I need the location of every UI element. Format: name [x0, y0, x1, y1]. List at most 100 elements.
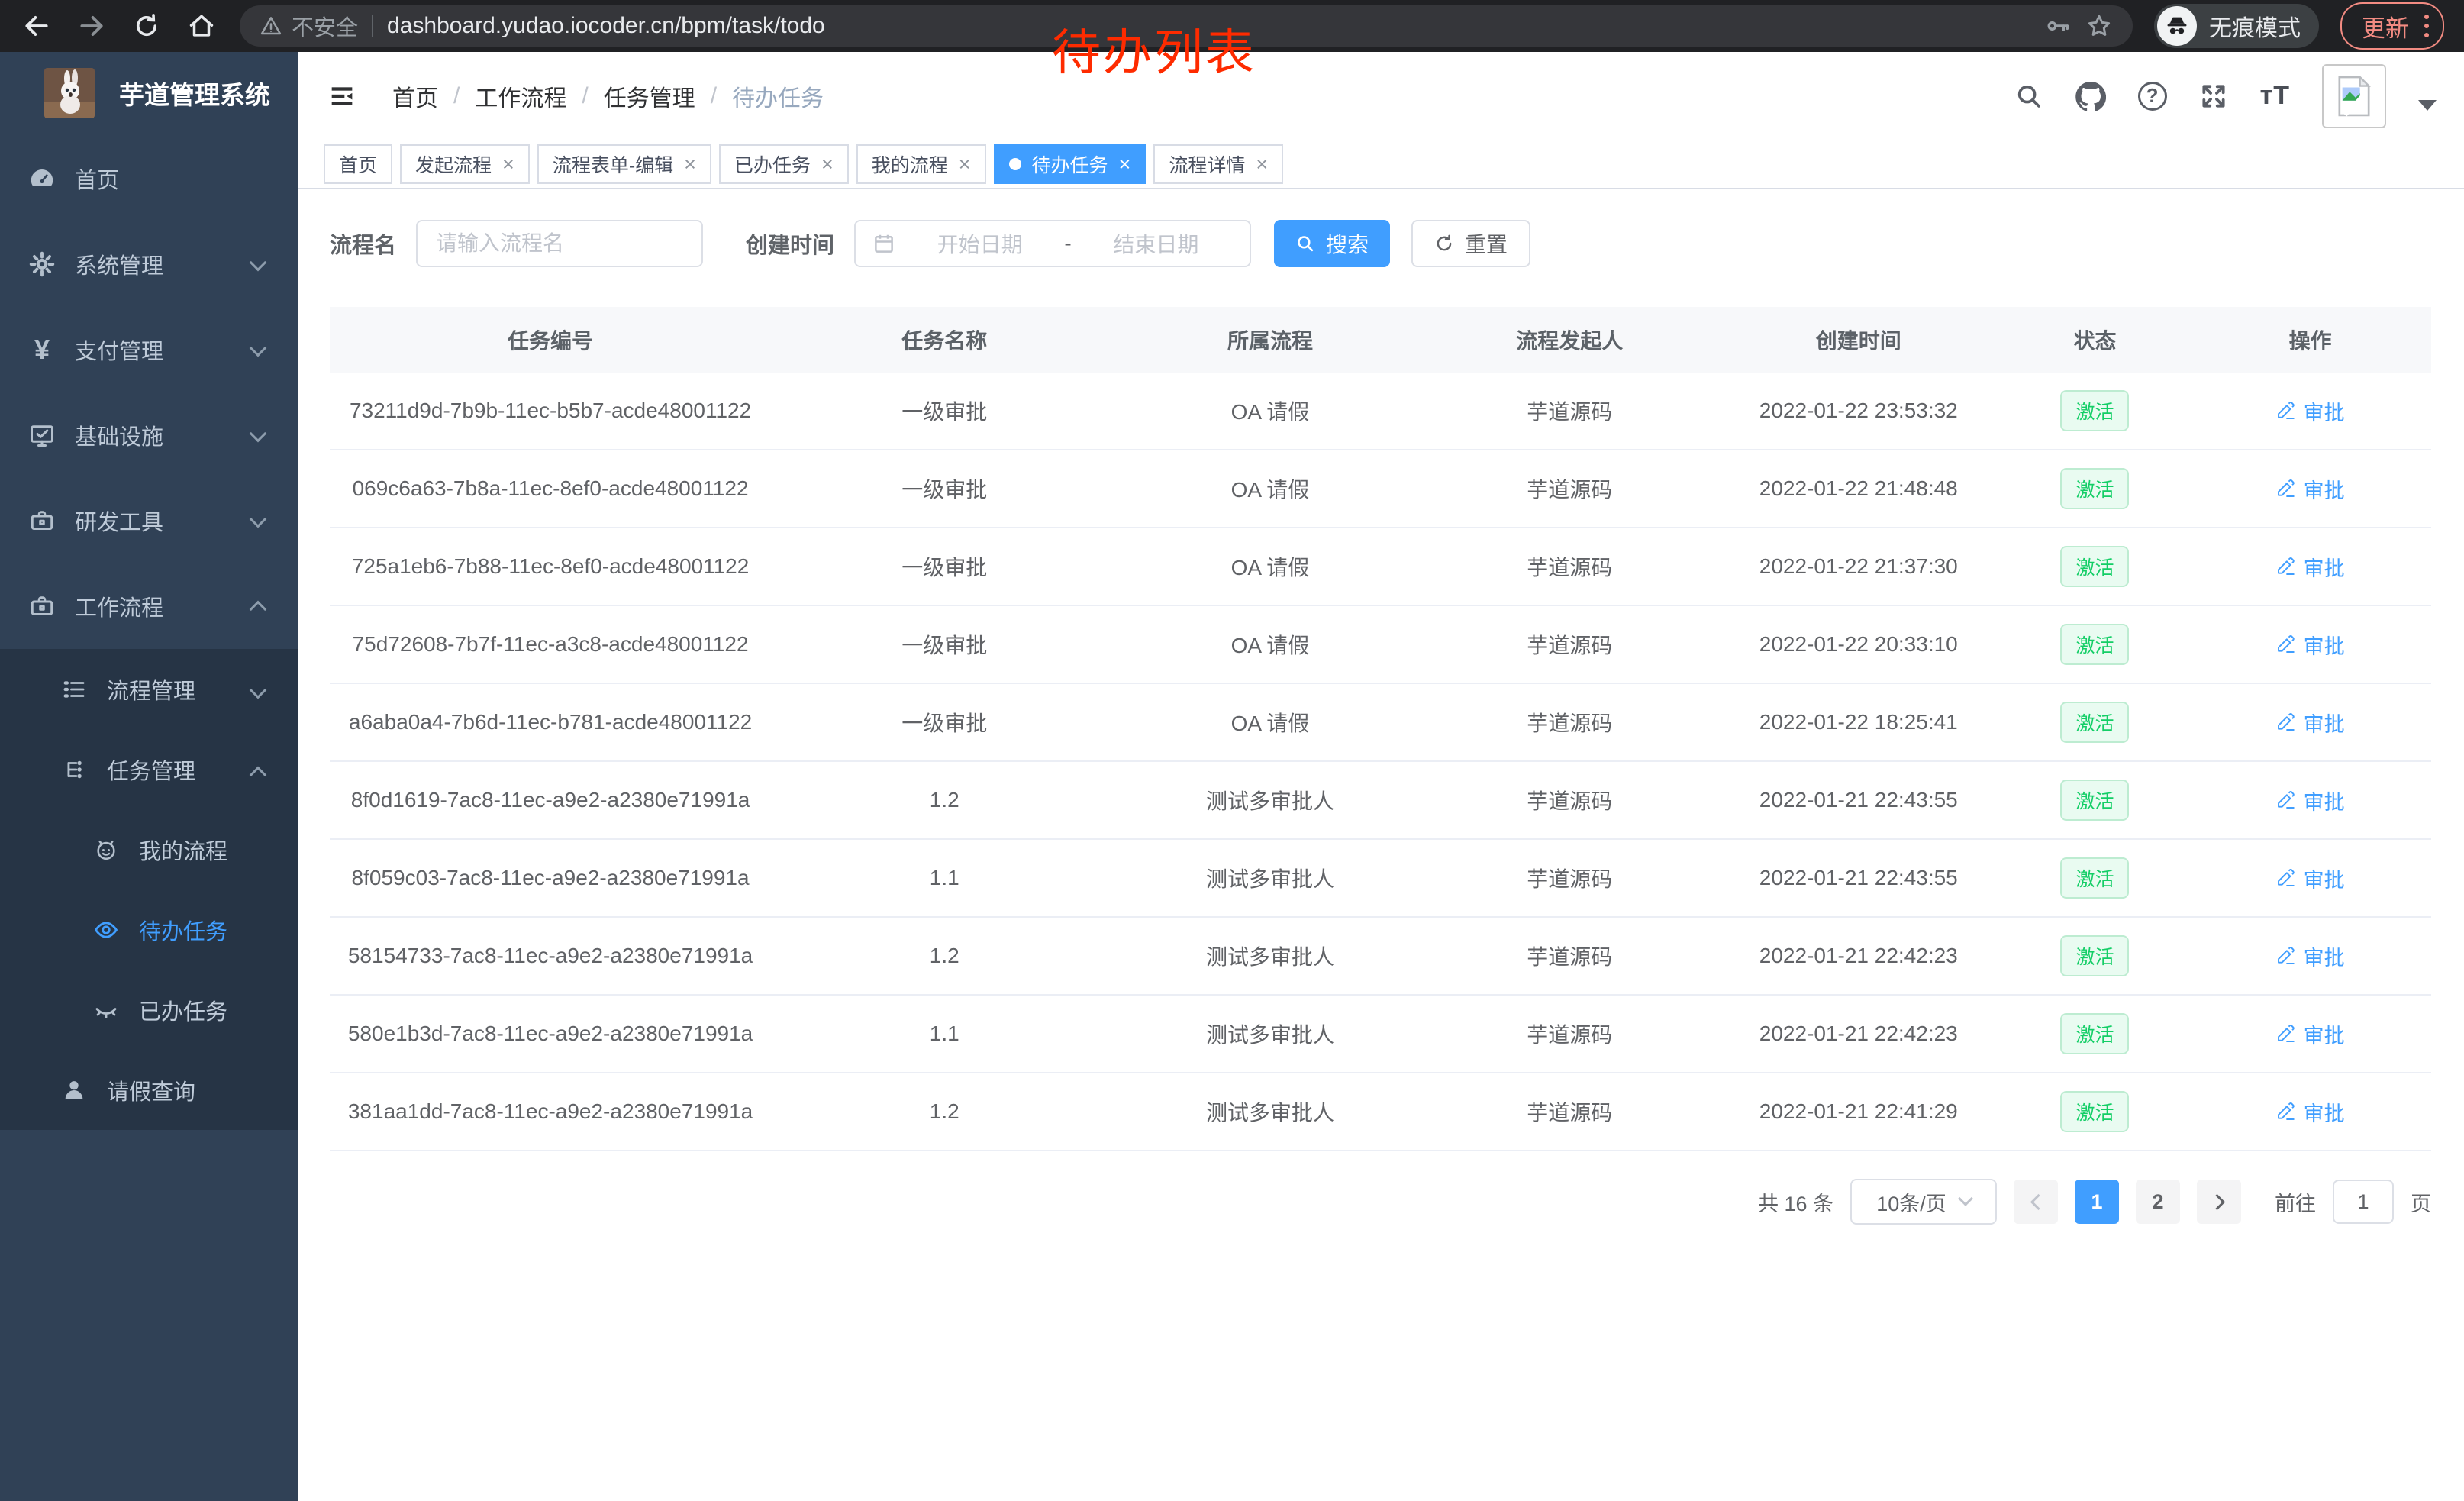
- approve-link[interactable]: 审批: [2276, 708, 2345, 738]
- sidebar-item-process-mgmt[interactable]: 流程管理: [0, 649, 298, 729]
- table-row: 381aa1dd-7ac8-11ec-a9e2-a2380e71991a 1.2…: [330, 1073, 2431, 1151]
- close-icon[interactable]: ×: [684, 154, 696, 175]
- next-page-button[interactable]: [2197, 1180, 2241, 1224]
- status-cell: 激活: [2001, 1013, 2190, 1054]
- fullscreen-icon[interactable]: [2199, 82, 2228, 111]
- approve-link[interactable]: 审批: [2276, 863, 2345, 893]
- sidebar-item-task-mgmt[interactable]: 任务管理: [0, 729, 298, 809]
- breadcrumb-task-mgmt[interactable]: 任务管理: [604, 79, 695, 113]
- sidebar-item-leave-query[interactable]: 请假查询: [0, 1050, 298, 1130]
- sidebar-item-system[interactable]: 系统管理: [0, 221, 298, 307]
- dashboard-icon: [27, 165, 56, 192]
- prev-page-button[interactable]: [2014, 1180, 2058, 1224]
- avatar-dropdown-caret-icon[interactable]: [2418, 100, 2437, 111]
- help-icon[interactable]: ?: [2138, 82, 2167, 111]
- action-cell: 审批: [2189, 552, 2431, 582]
- approve-link[interactable]: 审批: [2276, 1019, 2345, 1049]
- search-icon[interactable]: [2014, 82, 2043, 111]
- status-cell: 激活: [2001, 702, 2190, 743]
- tab-done-tasks[interactable]: 已办任务×: [719, 144, 849, 184]
- breadcrumb-home[interactable]: 首页: [392, 79, 438, 113]
- sidebar-item-devtools[interactable]: 研发工具: [0, 478, 298, 563]
- close-icon[interactable]: ×: [1256, 154, 1268, 175]
- update-button[interactable]: 更新: [2340, 2, 2444, 50]
- font-size-icon[interactable]: ᴛT: [2260, 81, 2290, 111]
- approve-link[interactable]: 审批: [2276, 1097, 2345, 1127]
- avatar[interactable]: [2322, 64, 2386, 128]
- action-cell: 审批: [2189, 708, 2431, 738]
- github-icon[interactable]: [2075, 81, 2106, 111]
- bookmark-star-icon[interactable]: [2085, 12, 2113, 40]
- tab-process-detail[interactable]: 流程详情×: [1153, 144, 1283, 184]
- tab-my-process[interactable]: 我的流程×: [856, 144, 986, 184]
- create-time-cell: 2022-01-22 23:53:32: [1717, 399, 2001, 423]
- eye-icon: [92, 917, 121, 943]
- approve-link[interactable]: 审批: [2276, 396, 2345, 426]
- approve-label: 审批: [2304, 708, 2345, 738]
- status-cell: 激活: [2001, 468, 2190, 509]
- task-id-cell: 75d72608-7b7f-11ec-a3c8-acde48001122: [330, 632, 771, 657]
- sidebar-item-payment[interactable]: ¥ 支付管理: [0, 307, 298, 392]
- tab-todo-tasks[interactable]: 待办任务×: [994, 144, 1147, 184]
- key-icon[interactable]: [2046, 13, 2072, 39]
- status-cell: 激活: [2001, 780, 2190, 821]
- security-warning[interactable]: 不安全: [260, 10, 358, 42]
- sidebar-item-todo-tasks[interactable]: 待办任务: [0, 889, 298, 970]
- initiator-cell: 芋道源码: [1423, 707, 1717, 738]
- process-cell: OA 请假: [1118, 551, 1422, 582]
- task-name-cell: 1.1: [771, 1022, 1118, 1046]
- edit-pencil-icon: [2276, 868, 2296, 888]
- process-name-input[interactable]: [424, 231, 695, 256]
- col-task-name: 任务名称: [771, 324, 1118, 355]
- divider: [372, 15, 373, 37]
- reset-button[interactable]: 重置: [1411, 220, 1530, 267]
- top-navbar: 首页 / 工作流程 / 任务管理 / 待办任务 ? ᴛT: [298, 52, 2464, 140]
- date-range-picker[interactable]: 开始日期 - 结束日期: [854, 220, 1251, 267]
- page-1-button[interactable]: 1: [2075, 1180, 2119, 1224]
- approve-link[interactable]: 审批: [2276, 786, 2345, 815]
- close-icon[interactable]: ×: [959, 154, 971, 175]
- sidebar-collapse-icon[interactable]: [325, 79, 359, 113]
- reload-icon[interactable]: [130, 9, 163, 43]
- edit-pencil-icon: [2276, 557, 2296, 576]
- tab-start-process[interactable]: 发起流程×: [400, 144, 530, 184]
- sidebar-menu: 首页 系统管理 ¥ 支付管理 基础设施 研发工具: [0, 136, 298, 1130]
- sidebar-item-my-process[interactable]: 我的流程: [0, 809, 298, 889]
- annotation-text: 待办列表: [1052, 14, 1256, 84]
- sidebar: 芋道管理系统 首页 系统管理 ¥ 支付管理 基础设施: [0, 52, 298, 1501]
- status-cell: 激活: [2001, 624, 2190, 665]
- sidebar-item-workflow[interactable]: 工作流程: [0, 563, 298, 649]
- task-name-cell: 一级审批: [771, 707, 1118, 738]
- sidebar-item-done-tasks[interactable]: 已办任务: [0, 970, 298, 1050]
- approve-link[interactable]: 审批: [2276, 630, 2345, 660]
- tab-form-edit[interactable]: 流程表单-编辑×: [537, 144, 711, 184]
- close-icon[interactable]: ×: [1119, 154, 1131, 175]
- goto-page-input[interactable]: [2334, 1181, 2392, 1222]
- breadcrumb-workflow[interactable]: 工作流程: [475, 79, 566, 113]
- sidebar-item-home[interactable]: 首页: [0, 136, 298, 221]
- approve-link[interactable]: 审批: [2276, 474, 2345, 504]
- back-icon[interactable]: [20, 9, 53, 43]
- page-size-select[interactable]: 10条/页: [1850, 1179, 1997, 1225]
- status-badge: 激活: [2060, 624, 2129, 665]
- total-count: 共 16 条: [1758, 1187, 1833, 1217]
- app-logo-row[interactable]: 芋道管理系统: [0, 52, 298, 134]
- close-icon[interactable]: ×: [821, 154, 834, 175]
- sidebar-item-infra[interactable]: 基础设施: [0, 392, 298, 478]
- url-text[interactable]: dashboard.yudao.iocoder.cn/bpm/task/todo: [387, 13, 825, 39]
- tab-home[interactable]: 首页: [324, 144, 392, 184]
- forward-icon[interactable]: [75, 9, 108, 43]
- task-id-cell: 381aa1dd-7ac8-11ec-a9e2-a2380e71991a: [330, 1099, 771, 1124]
- approve-link[interactable]: 审批: [2276, 552, 2345, 582]
- action-cell: 审批: [2189, 474, 2431, 504]
- approve-link[interactable]: 审批: [2276, 941, 2345, 971]
- page-2-button[interactable]: 2: [2136, 1180, 2180, 1224]
- close-icon[interactable]: ×: [502, 154, 514, 175]
- menu-dots-icon[interactable]: [2424, 15, 2429, 37]
- chevron-down-icon: [250, 682, 267, 699]
- search-button[interactable]: 搜索: [1274, 220, 1390, 267]
- status-badge: 激活: [2060, 1013, 2129, 1054]
- task-name-cell: 一级审批: [771, 473, 1118, 504]
- home-icon[interactable]: [185, 9, 218, 43]
- task-id-cell: a6aba0a4-7b6d-11ec-b781-acde48001122: [330, 710, 771, 734]
